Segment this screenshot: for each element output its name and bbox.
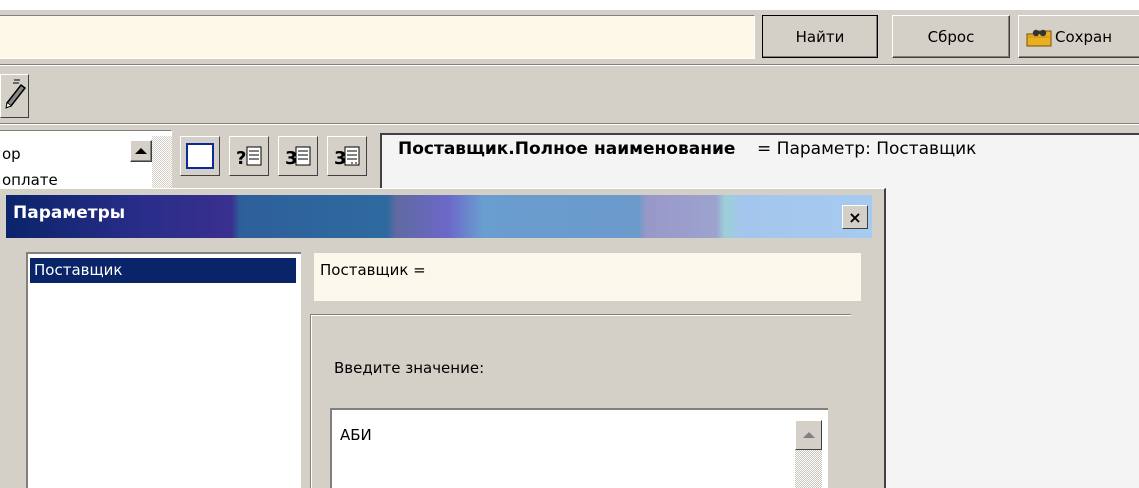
parameter-item-selected[interactable]: Поставщик [30, 258, 296, 283]
number-grid-icon: 3 [334, 146, 360, 169]
arrow-up-icon [135, 148, 147, 154]
param-tool-button[interactable]: ? [229, 136, 269, 176]
close-button[interactable]: × [842, 205, 868, 229]
value-input[interactable]: АБИ [330, 408, 828, 488]
reset-button[interactable]: Сброс [892, 15, 1010, 58]
value-scroll-up-button[interactable] [795, 420, 822, 450]
value-scrollbar-track[interactable] [795, 450, 822, 488]
arrow-up-icon [802, 432, 815, 438]
find-button[interactable]: Найти [762, 15, 878, 58]
value-text: АБИ [340, 426, 372, 444]
number-table-icon: 3 [285, 146, 311, 169]
close-icon: × [848, 207, 862, 227]
svg-text:?: ? [236, 148, 246, 169]
condition-value: = Параметр: Поставщик [757, 139, 977, 159]
find-button-label: Найти [795, 27, 845, 46]
dialog-titlebar[interactable]: Параметры [6, 195, 872, 238]
list-item[interactable]: оплате [2, 171, 58, 189]
parameters-list[interactable]: Поставщик [26, 252, 301, 488]
expression-display: Поставщик = [314, 253, 861, 301]
frame-tool-button[interactable] [180, 136, 220, 176]
reset-button-label: Сброс [927, 27, 975, 46]
scroll-up-button[interactable] [130, 140, 152, 162]
save-button[interactable]: Сохран [1018, 15, 1139, 58]
square-icon [186, 143, 214, 169]
question-table-icon: ? [236, 146, 262, 169]
scrollbar-track[interactable] [152, 136, 172, 196]
toolbar-separator [0, 64, 1139, 66]
edit-button[interactable] [0, 74, 29, 118]
search-input[interactable] [0, 15, 755, 59]
format-tool-button[interactable]: 3 [327, 136, 367, 176]
field-name: Поставщик.Полное наименование [398, 139, 736, 159]
list-item[interactable]: ор [2, 145, 21, 163]
dialog-title: Параметры [13, 203, 126, 223]
expression-text: Поставщик = [320, 261, 426, 279]
pencil-icon [5, 79, 27, 109]
save-button-label: Сохран [1055, 27, 1113, 46]
condition-line[interactable]: Поставщик.Полное наименование = Параметр… [398, 139, 976, 159]
insert-tool-button[interactable]: 3 [278, 136, 318, 176]
folder-binoculars-icon [1026, 29, 1052, 46]
toolbar-separator-2 [0, 123, 1139, 125]
top-strip [0, 0, 1139, 10]
value-prompt-label: Введите значение: [334, 359, 485, 377]
